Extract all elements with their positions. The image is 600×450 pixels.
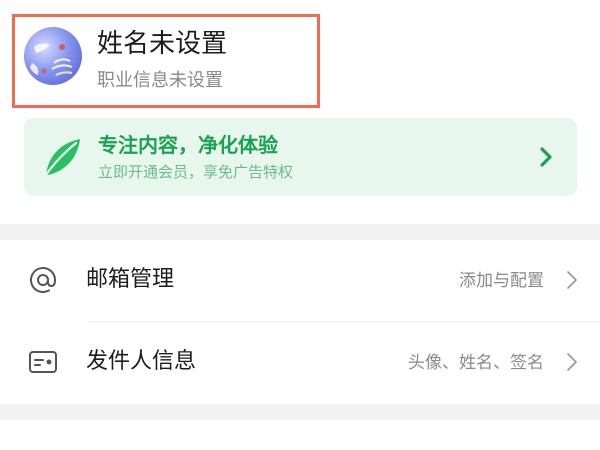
- chevron-right-icon: [566, 352, 578, 372]
- at-icon: [28, 265, 58, 295]
- leaf-icon: [40, 135, 84, 179]
- settings-item-label: 邮箱管理: [86, 267, 175, 292]
- chevron-right-icon: [539, 146, 553, 168]
- section-divider: [0, 404, 600, 420]
- id-card-icon: [28, 347, 58, 377]
- promo-subtitle: 立即开通会员，享免广告特权: [98, 163, 294, 181]
- settings-item-value: 头像、姓名、签名: [408, 353, 544, 373]
- settings-item-label: 发件人信息: [86, 349, 197, 374]
- section-divider: [0, 224, 600, 240]
- highlight-box: [12, 14, 320, 108]
- chevron-right-icon: [566, 270, 578, 290]
- promo-title: 专注内容，净化体验: [98, 133, 278, 157]
- membership-promo-banner[interactable]: 专注内容，净化体验 立即开通会员，享免广告特权: [24, 118, 577, 196]
- account-page: 姓名未设置 职业信息未设置 专注内容，净化体验 立即开通会员，享免广告特权 邮箱…: [0, 0, 600, 450]
- settings-item-value: 添加与配置: [459, 271, 544, 291]
- settings-item-mailbox-management[interactable]: 邮箱管理 添加与配置: [0, 240, 600, 322]
- profile-section[interactable]: 姓名未设置 职业信息未设置: [0, 0, 600, 120]
- settings-item-sender-info[interactable]: 发件人信息 头像、姓名、签名: [0, 322, 600, 404]
